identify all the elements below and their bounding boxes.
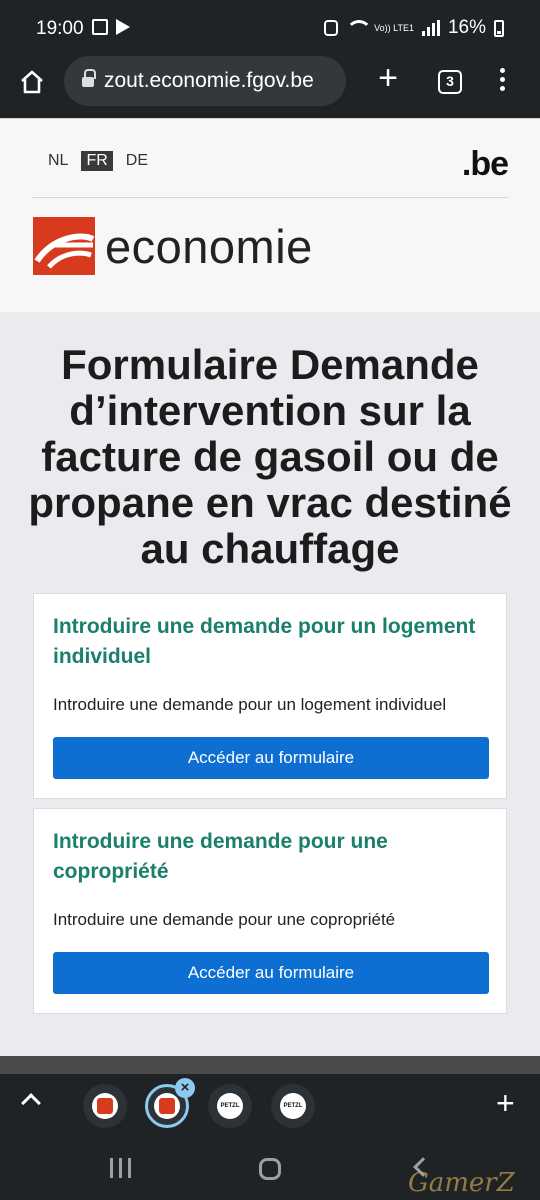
network-label: Vo)) LTE1 <box>374 22 414 33</box>
language-switcher: NL FR DE <box>43 151 153 171</box>
request-card-coownership: Introduire une demande pour une copropri… <box>33 808 507 1014</box>
lang-nl[interactable]: NL <box>43 151 73 171</box>
more-menu-icon[interactable] <box>498 68 506 94</box>
economie-logo[interactable]: economie <box>33 217 313 275</box>
lang-de[interactable]: DE <box>121 151 153 171</box>
card-description: Introduire une demande pour un logement … <box>53 695 447 714</box>
address-bar[interactable]: zout.economie.fgov.be <box>64 56 346 106</box>
petzl-favicon-icon: PETZL <box>280 1093 306 1119</box>
status-time: 19:00 <box>36 18 84 39</box>
battery-percent: 16% <box>447 17 486 38</box>
notification-icons <box>92 19 130 35</box>
tab-economie-1[interactable] <box>83 1084 127 1128</box>
lock-icon <box>82 69 96 88</box>
chevron-up-icon[interactable] <box>21 1093 41 1113</box>
access-form-button[interactable]: Accéder au formulaire <box>53 737 489 779</box>
request-card-individual: Introduire une demande pour un logement … <box>33 593 507 799</box>
home-icon[interactable] <box>18 68 46 96</box>
battery-icon <box>494 19 504 37</box>
new-tab-icon[interactable]: + <box>374 61 402 95</box>
status-bar: 19:00 Vo)) LTE1 16% <box>0 0 540 56</box>
tab-switcher-button[interactable]: 3 <box>438 70 462 94</box>
economie-favicon-icon <box>154 1093 180 1119</box>
tab-group-strip: × PETZL PETZL + <box>0 1056 540 1138</box>
alarm-icon <box>324 20 339 36</box>
economie-wordmark: economie <box>105 219 313 273</box>
system-nav-bar: GamerZ <box>0 1138 540 1200</box>
url-text: zout.economie.fgov.be <box>104 69 314 92</box>
access-form-button[interactable]: Accéder au formulaire <box>53 952 489 994</box>
add-tab-icon[interactable]: + <box>496 1087 515 1119</box>
header-divider <box>32 197 508 198</box>
card-title: Introduire une demande pour un logement … <box>53 615 476 668</box>
web-page: NL FR DE .be economie Formulaire Demande… <box>0 118 540 1056</box>
home-nav-icon[interactable] <box>259 1158 281 1180</box>
browser-toolbar: zout.economie.fgov.be + 3 <box>0 56 540 118</box>
page-title: Formulaire Demande d’intervention sur la… <box>28 341 512 572</box>
watermark: GamerZ <box>408 1168 515 1198</box>
card-title: Introduire une demande pour une copropri… <box>53 830 388 883</box>
gallery-icon <box>92 19 108 35</box>
signal-icon <box>421 20 440 36</box>
status-right: Vo)) LTE1 16% <box>324 17 504 39</box>
economie-favicon-icon <box>92 1093 118 1119</box>
be-logo[interactable]: .be <box>462 145 509 184</box>
tab-petzl-1[interactable]: PETZL <box>208 1084 252 1128</box>
play-store-icon <box>116 19 130 35</box>
lang-fr[interactable]: FR <box>81 151 113 171</box>
tab-petzl-2[interactable]: PETZL <box>271 1084 315 1128</box>
petzl-favicon-icon: PETZL <box>217 1093 243 1119</box>
wifi-icon <box>346 20 373 36</box>
card-description: Introduire une demande pour une copropri… <box>53 910 396 929</box>
recents-icon[interactable] <box>110 1158 131 1178</box>
close-tab-icon[interactable]: × <box>175 1078 195 1098</box>
site-header: NL FR DE .be economie <box>0 118 540 312</box>
economie-mark-icon <box>33 217 95 275</box>
